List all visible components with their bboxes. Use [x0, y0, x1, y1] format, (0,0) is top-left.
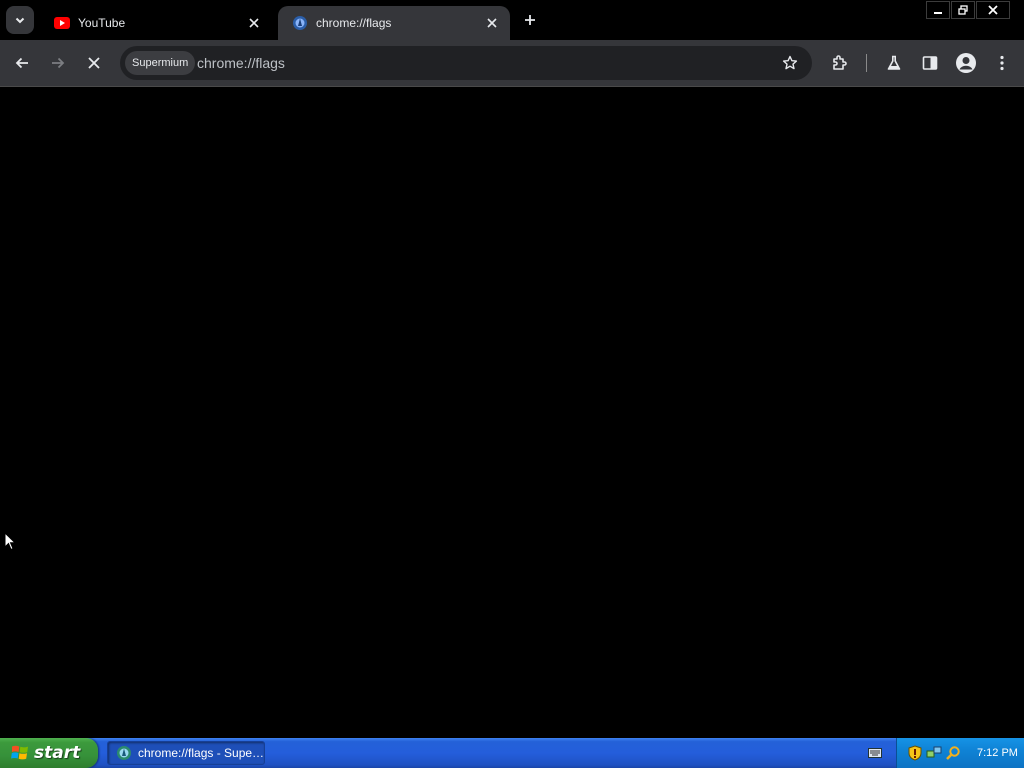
supermium-icon: [117, 746, 131, 760]
chevron-down-icon: [15, 17, 25, 24]
stop-loading-button[interactable]: [80, 49, 108, 77]
forward-button[interactable]: [44, 49, 72, 77]
toolbar-divider: [866, 54, 867, 72]
page-content: [0, 87, 1024, 738]
plus-icon: [525, 15, 535, 25]
puzzle-icon: [833, 55, 847, 70]
system-tray: 7:12 PM: [896, 738, 1024, 768]
minimize-button[interactable]: [926, 1, 950, 19]
system-clock[interactable]: 7:12 PM: [977, 747, 1018, 759]
tab-title: chrome://flags: [316, 16, 392, 30]
extensions-button[interactable]: [826, 49, 854, 77]
tab-search-button[interactable]: [6, 6, 34, 34]
mouse-cursor-icon: [4, 532, 16, 551]
windows-logo-icon: [11, 745, 28, 760]
tab-strip: YouTube chrome://flags: [0, 0, 1024, 40]
menu-button[interactable]: [988, 49, 1016, 77]
supermium-icon: [292, 15, 308, 31]
search-icon[interactable]: [945, 745, 961, 761]
tab-youtube[interactable]: YouTube: [40, 6, 272, 40]
network-icon[interactable]: [926, 745, 942, 761]
taskbar-window-button[interactable]: chrome://flags - Supe…: [107, 741, 265, 765]
new-tab-button[interactable]: [518, 8, 542, 32]
close-icon: [988, 5, 998, 15]
profile-button[interactable]: [952, 49, 980, 77]
side-panel-button[interactable]: [916, 49, 944, 77]
address-bar[interactable]: Supermium chrome://flags: [120, 46, 812, 80]
side-panel-icon: [922, 56, 938, 70]
close-tab-icon[interactable]: [246, 15, 262, 31]
security-shield-icon[interactable]: [907, 745, 923, 761]
url-text[interactable]: chrome://flags: [197, 46, 285, 80]
taskbar: start chrome://flags - Supe… 7:12 PM: [0, 738, 1024, 768]
avatar-icon: [956, 53, 976, 73]
star-icon: [782, 55, 798, 70]
more-vertical-icon: [1000, 55, 1004, 71]
labs-button[interactable]: [880, 49, 908, 77]
restore-icon: [958, 5, 968, 15]
close-icon: [88, 57, 100, 69]
back-button[interactable]: [8, 49, 36, 77]
tab-flags[interactable]: chrome://flags: [278, 6, 510, 40]
tab-title: YouTube: [78, 16, 126, 30]
site-chip[interactable]: Supermium: [125, 51, 196, 75]
browser-toolbar: Supermium chrome://flags: [0, 40, 1024, 87]
minimize-icon: [934, 12, 942, 14]
close-window-button[interactable]: [976, 1, 1010, 19]
keyboard-icon[interactable]: [868, 748, 882, 758]
restore-button[interactable]: [951, 1, 975, 19]
close-tab-icon[interactable]: [484, 15, 500, 31]
taskbar-window-title: chrome://flags - Supe…: [138, 746, 264, 760]
bookmark-button[interactable]: [778, 51, 802, 75]
arrow-left-icon: [15, 57, 28, 69]
flask-icon: [887, 55, 901, 70]
window-controls: [925, 1, 1010, 19]
youtube-icon: [54, 15, 70, 31]
start-label: start: [34, 743, 81, 763]
start-button[interactable]: start: [0, 738, 98, 768]
arrow-right-icon: [52, 57, 65, 69]
